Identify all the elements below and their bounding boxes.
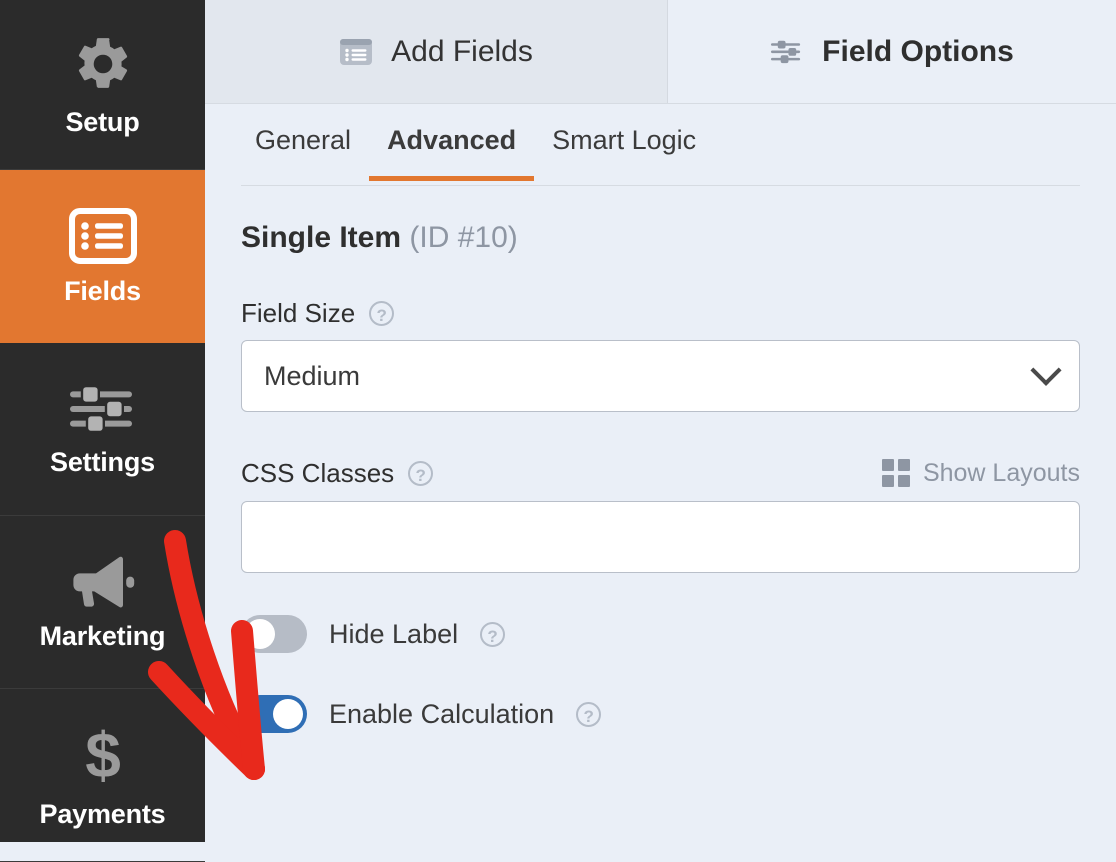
builder-top-tabs: Add Fields Field Options — [205, 0, 1116, 104]
subtab-smart-logic[interactable]: Smart Logic — [534, 124, 714, 181]
sidebar-item-payments[interactable]: $ Payments — [0, 689, 205, 862]
field-size-select[interactable]: Medium — [241, 340, 1080, 412]
megaphone-icon — [67, 555, 139, 609]
show-layouts-label: Show Layouts — [923, 461, 1080, 486]
gear-icon — [72, 33, 134, 95]
help-icon[interactable]: ? — [408, 461, 433, 486]
sidebar-item-label: Settings — [50, 449, 155, 476]
sidebar-item-label: Payments — [40, 801, 166, 828]
subtab-general[interactable]: General — [237, 124, 369, 181]
hide-label-toggle[interactable] — [241, 615, 307, 653]
dollar-sign-icon: $ — [76, 723, 130, 787]
subtab-label: Advanced — [387, 125, 516, 155]
help-icon[interactable]: ? — [576, 702, 601, 727]
css-classes-input[interactable] — [241, 501, 1080, 573]
chevron-down-icon — [1030, 355, 1061, 386]
subtab-label: General — [255, 125, 351, 155]
sidebar-item-label: Fields — [64, 278, 141, 305]
field-options-subtabs: General Advanced Smart Logic — [241, 104, 1080, 186]
toggle-knob — [273, 699, 303, 729]
hide-label-row: Hide Label ? — [241, 615, 1080, 653]
enable-calculation-toggle[interactable] — [241, 695, 307, 733]
options-content: Single Item (ID #10) Field Size ? Medium… — [205, 186, 1116, 842]
field-title-text: Single Item — [241, 221, 401, 254]
subtab-label: Smart Logic — [552, 125, 696, 155]
builder-sidebar: Setup Fields — [0, 0, 205, 842]
form-list-icon — [69, 208, 137, 264]
field-size-value: Medium — [264, 363, 360, 390]
css-classes-label: CSS Classes — [241, 460, 394, 486]
css-classes-label-row: CSS Classes ? Show Layouts — [241, 459, 1080, 487]
show-layouts-button[interactable]: Show Layouts — [882, 459, 1080, 487]
sidebar-item-fields[interactable]: Fields — [0, 170, 205, 343]
toggle-knob — [245, 619, 275, 649]
sidebar-item-label: Setup — [65, 109, 139, 136]
sidebar-item-marketing[interactable]: Marketing — [0, 516, 205, 689]
sliders-icon — [68, 383, 138, 435]
field-size-label-row: Field Size ? — [241, 300, 1080, 326]
field-options-panel: Add Fields Field Options — [205, 0, 1116, 842]
tab-field-options[interactable]: Field Options — [668, 0, 1116, 103]
tab-label: Add Fields — [391, 35, 533, 69]
form-list-icon — [339, 38, 373, 66]
sliders-icon — [770, 38, 804, 66]
field-id-text: (ID #10) — [409, 221, 517, 254]
svg-text:$: $ — [85, 723, 121, 787]
tab-add-fields[interactable]: Add Fields — [205, 0, 668, 103]
page-title: Single Item (ID #10) — [241, 223, 1080, 253]
sidebar-item-settings[interactable]: Settings — [0, 343, 205, 516]
wpforms-builder: Setup Fields — [0, 0, 1116, 842]
sidebar-item-label: Marketing — [40, 623, 166, 650]
help-icon[interactable]: ? — [369, 301, 394, 326]
hide-label-text: Hide Label — [329, 621, 458, 648]
tab-label: Field Options — [822, 35, 1014, 69]
subtab-advanced[interactable]: Advanced — [369, 124, 534, 181]
field-size-label: Field Size — [241, 300, 355, 326]
grid-2x2-icon — [882, 459, 910, 487]
enable-calculation-row: Enable Calculation ? — [241, 695, 1080, 733]
enable-calculation-text: Enable Calculation — [329, 701, 554, 728]
sidebar-item-setup[interactable]: Setup — [0, 0, 205, 170]
help-icon[interactable]: ? — [480, 622, 505, 647]
